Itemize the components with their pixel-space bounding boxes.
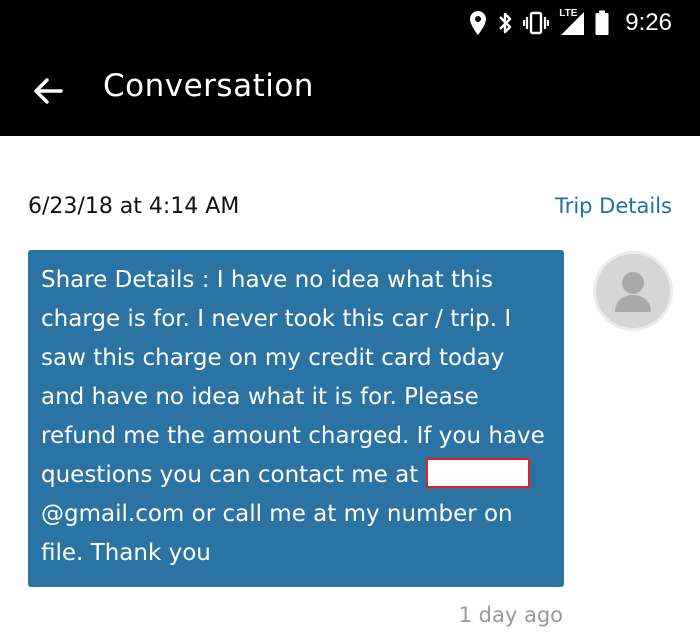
user-avatar-icon bbox=[615, 272, 651, 312]
status-time: 9:26 bbox=[625, 8, 672, 36]
trip-details-link[interactable]: Trip Details bbox=[555, 194, 672, 218]
message-body-part1: I have no idea what this charge is for. … bbox=[41, 267, 545, 488]
message-bubble: Share Details : I have no idea what this… bbox=[28, 250, 564, 587]
arrow-left-icon bbox=[34, 78, 63, 104]
email-suffix: @gmail.com bbox=[41, 501, 185, 527]
lte-signal-icon: LTE bbox=[559, 7, 585, 36]
app-bar: Conversation bbox=[0, 45, 700, 136]
bluetooth-icon bbox=[497, 10, 513, 36]
message-separator: : bbox=[194, 267, 217, 293]
vibrate-icon bbox=[523, 10, 550, 36]
battery-icon bbox=[595, 10, 609, 36]
status-icons: LTE 9:26 bbox=[469, 0, 672, 45]
network-label: LTE bbox=[559, 7, 578, 19]
status-bar: LTE 9:26 bbox=[0, 0, 700, 45]
location-icon bbox=[469, 10, 487, 36]
message-timestamp: 1 day ago bbox=[458, 603, 563, 627]
redacted-email-box bbox=[425, 458, 530, 488]
user-avatar bbox=[593, 251, 673, 331]
message-label: Share Details bbox=[41, 267, 195, 293]
conversation-date: 6/23/18 at 4:14 AM bbox=[28, 194, 240, 219]
page-title: Conversation bbox=[103, 68, 314, 104]
back-button[interactable] bbox=[26, 69, 70, 113]
